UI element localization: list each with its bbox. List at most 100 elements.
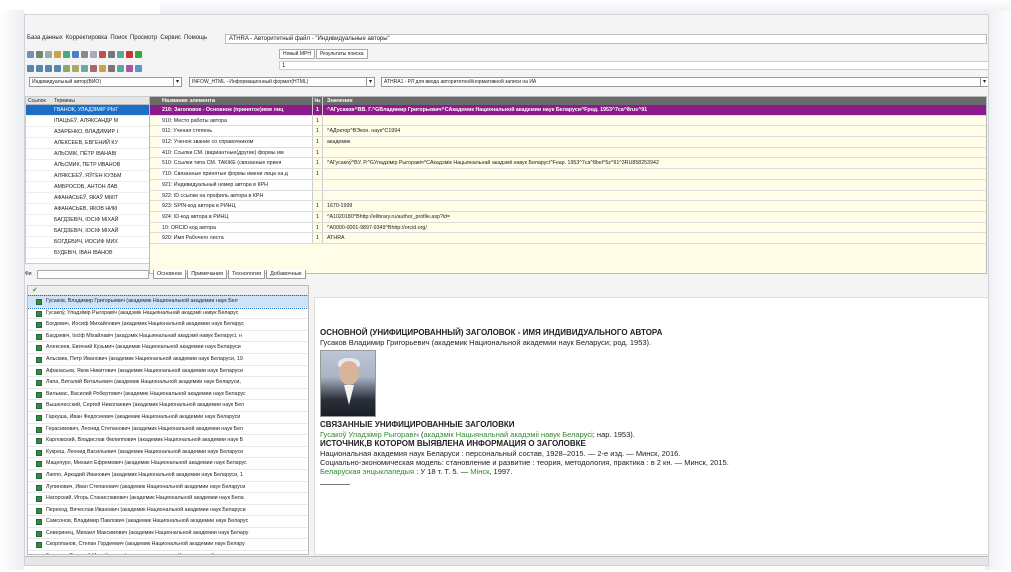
first-record-icon[interactable] [27, 65, 34, 72]
grid-cell-name[interactable]: 911: Ученая степень [160, 126, 313, 137]
filter-input[interactable] [37, 270, 149, 279]
term-row[interactable]: БАГДЗЕВІЧ, ІОСІФ МІХАЙ [26, 215, 150, 226]
chevron-down-icon[interactable]: ▾ [173, 78, 181, 86]
tab-main[interactable]: Основное [153, 270, 187, 279]
source-3-city-link[interactable]: Мінск [470, 467, 489, 476]
term-row[interactable]: АЛЯКСЕЕЎ, ЯЎГЕН КУЗЬМ [26, 171, 150, 182]
grid-row[interactable]: 410: Ссылки СМ. (вариантные(другие) форм… [150, 147, 986, 159]
grid-cell-number[interactable]: 1 [313, 201, 323, 211]
grid-cell-number[interactable]: 1 [313, 169, 323, 179]
list-icon[interactable] [81, 51, 88, 58]
menu-edit[interactable]: Корректировка [66, 35, 108, 45]
vocabulary-select[interactable]: Индивидуальный автор(ВИО) ▾ [29, 77, 182, 87]
export-icon[interactable] [99, 65, 106, 72]
stop-icon[interactable] [126, 51, 133, 58]
settings-icon[interactable] [108, 65, 115, 72]
result-row[interactable]: Вильмас, Василий Робертович (академик На… [28, 389, 308, 401]
result-row[interactable]: Багдзевіч, Іосіф Міхайлавіч (акадэмік На… [28, 331, 308, 343]
term-row[interactable]: АФАНАСЬЕВ, ЯКОВ НИКІ [26, 204, 150, 215]
grid-cell-name[interactable]: 210: Заголовок - Основное (принятое)имя … [160, 105, 313, 115]
new-record-icon[interactable] [63, 51, 70, 58]
term-row[interactable]: БОГДЕВИЧ, ИОСИФ МИХ [26, 237, 150, 248]
grid-icon[interactable] [90, 51, 97, 58]
grid-cell-value[interactable]: ^A0000-0001-9897-9349^Bhttp://orcid.org/ [325, 223, 986, 233]
menu-database[interactable]: База данных [27, 35, 63, 45]
term-row[interactable]: АЛЬСМІК, ПЁТР ІВАНАВІ [26, 149, 150, 160]
col-element-name[interactable]: Название элемента [160, 97, 313, 105]
open-icon[interactable] [27, 51, 34, 58]
grid-row[interactable]: 710: Связанные принятые формы имени лица… [150, 169, 986, 180]
term-row[interactable]: БУДЕВІЧ, ІВАН ІВАНОВ [26, 248, 150, 259]
term-row[interactable]: АФАНАСЬЕЎ, ЯКАЎ МІКІТ [26, 193, 150, 204]
result-row[interactable]: Богдевич, Иосиф Михайлович (академик Нац… [28, 319, 308, 331]
grid-row[interactable]: 210: Заголовок - Основное (принятое)имя … [150, 105, 986, 116]
grid-cell-number[interactable] [313, 179, 323, 190]
help-icon[interactable] [135, 65, 142, 72]
grid-cell-name[interactable]: 921: Индивидуальный номер автора в КРН [160, 179, 313, 190]
grid-cell-number[interactable]: 1 [313, 105, 323, 115]
term-row[interactable]: ІПАЦЬЕЎ, АЛЯКСАНДР М [26, 116, 150, 127]
result-row[interactable]: Афанасьев, Яков Никитович (академик Наци… [28, 366, 308, 378]
format-icon[interactable] [126, 65, 133, 72]
grid-cell-name[interactable]: 912: Ученое звание со справочником [160, 137, 313, 147]
result-row[interactable]: Лупинович, Иван Степанович (академик Нац… [28, 482, 308, 494]
result-row[interactable]: Герасимович, Леонид Степанович (академик… [28, 424, 308, 436]
menu-help[interactable]: Помощь [184, 35, 207, 45]
tab-additional[interactable]: Добавочные [266, 270, 306, 279]
menu-view[interactable]: Просмотр [130, 35, 157, 45]
result-row[interactable]: Алексеев, Евгений Кузьмич (академик Наци… [28, 342, 308, 354]
check-all-icon[interactable]: ✔ [28, 287, 38, 294]
grid-cell-name[interactable]: 920: Имя Рабочего листа [160, 233, 313, 243]
grid-row[interactable]: 912: Ученое звание со справочником 1 акаде… [150, 137, 986, 148]
term-row[interactable]: АМБРОСОВ, АНТОН ЛАВ [26, 182, 150, 193]
grid-cell-number[interactable]: 1 [313, 211, 323, 222]
grid-row[interactable]: 911: Ученая степень 1 ^AДоктор^BЭкон. наук… [150, 126, 986, 138]
result-row[interactable]: Северинец, Михаил Максимович (академик Н… [28, 528, 308, 540]
display-format-select[interactable]: INFOW_HTML - Информационный формат(HTML)… [189, 77, 375, 87]
search-input[interactable]: 1 [279, 61, 988, 70]
next-record-icon[interactable] [45, 65, 52, 72]
result-row[interactable]: Гусаков, Владимир Григорьевич (академик … [28, 295, 308, 309]
grid-cell-value[interactable]: ^AГусакоў^BУ. Р.^GУладзімір Рыгоравіч^CА… [325, 158, 986, 168]
menu-search[interactable]: Поиск [110, 35, 127, 45]
grid-cell-number[interactable]: 1 [313, 222, 323, 233]
grid-cell-name[interactable]: 510: Ссылки типа СМ. ТАКЖЕ (связанные пр… [160, 158, 313, 169]
tab-search-results[interactable]: Результаты поиска [315, 49, 368, 59]
related-name-link[interactable]: Гусакоў Уладзімір Рыгоравіч [320, 430, 419, 439]
grid-cell-value[interactable]: 1670-1999 [325, 201, 986, 211]
result-row[interactable]: Кукреш, Леонид Васильевич (академик Наци… [28, 447, 308, 459]
col-number[interactable]: № [313, 97, 323, 105]
grid-row[interactable]: 10: ORCID код автора 1 ^A0000-0001-9897-93… [150, 222, 986, 234]
result-row[interactable]: Самсонов, Владимир Павлович (академик На… [28, 516, 308, 528]
term-row[interactable]: АЛЕКСЕЕВ, ЕВГЕНИЙ КУ [26, 138, 150, 149]
grid-cell-value[interactable]: ^AГусаков^BВ. Г.^GВладимир Григорьевич^C… [325, 105, 986, 115]
grid-cell-number[interactable]: 1 [313, 233, 323, 243]
delete-icon[interactable] [99, 51, 106, 58]
grid-row[interactable]: 510: Ссылки типа СМ. ТАКЖЕ (связанные пр… [150, 158, 986, 170]
refresh-icon[interactable] [117, 51, 124, 58]
term-row[interactable]: АЗАРЕНКО, ВЛАДИМИР І [26, 127, 150, 138]
link-icon[interactable] [117, 65, 124, 72]
grid-cell-number[interactable]: 1 [313, 115, 323, 126]
col-value[interactable]: Значение [325, 97, 986, 105]
run-icon[interactable] [135, 51, 142, 58]
grid-row[interactable]: 923: SPIN-код автора в РИНЦ 1 1670-1999 [150, 201, 986, 212]
grid-cell-number[interactable]: 1 [313, 158, 323, 169]
folder-icon[interactable] [54, 51, 61, 58]
grid-row[interactable]: 922: ID ссылки на профиль автора в КРН [150, 190, 986, 202]
grid-cell-value[interactable]: ^AДоктор^BЭкон. наук^C1994 [325, 126, 986, 136]
grid-cell-value[interactable]: ^A1020180^Bhttp://elibrary.ru/author_pro… [325, 212, 986, 222]
grid-row[interactable]: 921: Индивидуальный номер автора в КРН [150, 179, 986, 191]
result-row[interactable]: Переход, Вячеслав Иванович (академик Нац… [28, 505, 308, 517]
lock-icon[interactable] [90, 65, 97, 72]
add-icon[interactable] [63, 65, 70, 72]
col-links[interactable]: Ссылок [26, 97, 52, 104]
tab-notes[interactable]: Примечания [187, 270, 227, 279]
chevron-down-icon[interactable]: ▾ [980, 78, 988, 86]
term-row[interactable]: ГВАНОК, УЛАДЗІМІР РЫГ [26, 105, 150, 116]
print-icon[interactable] [45, 51, 52, 58]
result-row[interactable]: Вышелесский, Сергей Николаевич (академик… [28, 400, 308, 412]
related-title-link[interactable]: акадэмік Нацыянальнай акадэміі навук Бел… [424, 430, 593, 439]
result-row[interactable]: Гаркуша, Иван Федосеевич (академик Нацио… [28, 412, 308, 424]
result-row[interactable]: Скоропанов, Степан Гордеевич (академик Н… [28, 539, 308, 552]
